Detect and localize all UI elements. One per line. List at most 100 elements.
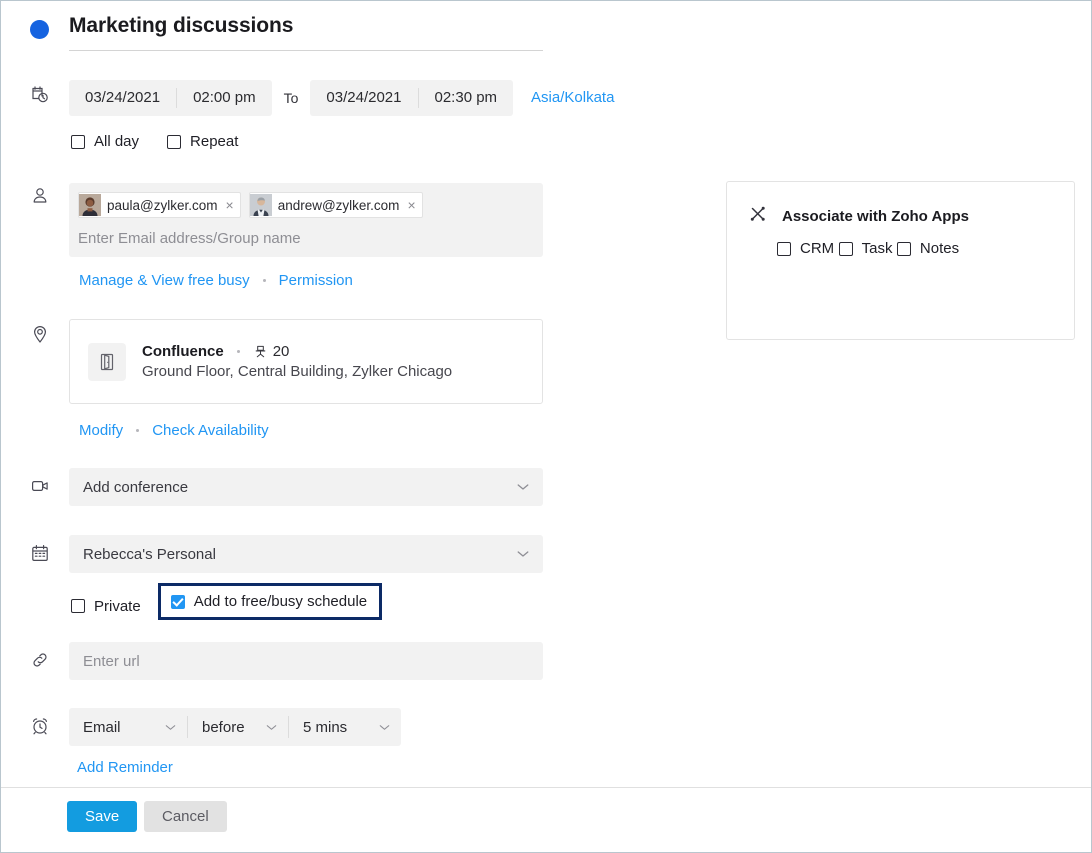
end-time-input[interactable]: 02:30 pm	[419, 80, 514, 116]
reminder-relation-select[interactable]: before	[188, 708, 288, 746]
conference-select[interactable]: Add conference	[69, 468, 543, 506]
link-separator-dot	[136, 429, 139, 432]
venue-capacity-value: 20	[273, 343, 290, 360]
associate-option-task[interactable]: Task	[839, 240, 893, 257]
venue-card[interactable]: Confluence 20 Ground Floor, Central Buil…	[69, 319, 543, 404]
chair-icon	[253, 344, 268, 359]
associate-title: Associate with Zoho Apps	[782, 208, 969, 225]
calendar-value: Rebecca's Personal	[83, 546, 216, 563]
chevron-down-icon	[165, 718, 176, 736]
attendee-input[interactable]	[78, 230, 534, 247]
modify-venue-link[interactable]: Modify	[79, 422, 123, 439]
avatar	[79, 194, 101, 216]
attendee-email: paula@zylker.com	[107, 198, 218, 213]
venue-heading: Confluence 20	[142, 343, 452, 360]
freebusy-highlight-box: Add to free/busy schedule	[158, 583, 382, 620]
reminder-type-value: Email	[83, 719, 121, 736]
remove-attendee-icon[interactable]: ×	[226, 198, 234, 212]
checkbox-box	[777, 242, 791, 256]
event-title-field[interactable]: Marketing discussions	[69, 13, 543, 51]
attendee-chip[interactable]: andrew@zylker.com ×	[249, 192, 423, 218]
attendee-email: andrew@zylker.com	[278, 198, 400, 213]
checkbox-box	[167, 135, 181, 149]
venue-address: Ground Floor, Central Building, Zylker C…	[142, 363, 452, 380]
venue-links-row: Modify Check Availability	[79, 422, 269, 439]
associate-option-crm[interactable]: CRM	[777, 240, 834, 257]
venue-separator-dot	[237, 350, 240, 353]
associate-option-label: CRM	[800, 240, 834, 257]
private-label: Private	[94, 598, 141, 615]
reminder-bar: Email before 5 mins	[69, 708, 401, 746]
permission-link[interactable]: Permission	[279, 272, 353, 289]
add-reminder-row: Add Reminder	[77, 759, 173, 776]
venue-info: Confluence 20 Ground Floor, Central Buil…	[142, 343, 452, 380]
url-input[interactable]	[69, 642, 543, 680]
page-title: Marketing discussions	[69, 13, 543, 39]
checkbox-box	[897, 242, 911, 256]
associate-option-notes[interactable]: Notes	[897, 240, 959, 257]
all-day-checkbox[interactable]: All day	[71, 133, 139, 150]
end-date-input[interactable]: 03/24/2021	[310, 80, 417, 116]
cancel-button[interactable]: Cancel	[144, 801, 227, 832]
check-availability-link[interactable]: Check Availability	[152, 422, 268, 439]
checkbox-box	[839, 242, 853, 256]
person-icon	[27, 183, 53, 209]
add-to-free-busy-checkbox[interactable]: Add to free/busy schedule	[171, 593, 367, 610]
reminder-type-select[interactable]: Email	[69, 708, 187, 746]
datetime-row: 03/24/2021 02:00 pm To 03/24/2021 02:30 …	[69, 80, 614, 116]
remove-attendee-icon[interactable]: ×	[407, 198, 415, 212]
repeat-label: Repeat	[190, 133, 238, 150]
link-separator-dot	[263, 279, 266, 282]
end-datetime-group: 03/24/2021 02:30 pm	[310, 80, 513, 116]
calendar-clock-icon	[27, 81, 53, 107]
associate-option-label: Task	[862, 240, 893, 257]
private-checkbox[interactable]: Private	[71, 598, 141, 615]
conference-value: Add conference	[83, 479, 188, 496]
allday-repeat-row: All day Repeat	[71, 133, 238, 150]
repeat-checkbox[interactable]: Repeat	[167, 133, 238, 150]
chevron-down-icon	[379, 718, 390, 736]
attendee-chip[interactable]: paula@zylker.com ×	[78, 192, 241, 218]
calendar-icon	[27, 540, 53, 566]
start-time-input[interactable]: 02:00 pm	[177, 80, 272, 116]
add-reminder-link[interactable]: Add Reminder	[77, 759, 173, 776]
reminder-offset-value: 5 mins	[303, 719, 347, 736]
associate-option-label: Notes	[920, 240, 959, 257]
to-label: To	[272, 80, 311, 116]
event-form: Marketing discussions 03/24/2021 02:00 p…	[1, 1, 1091, 788]
attendee-links-row: Manage & View free busy Permission	[79, 272, 353, 289]
save-button[interactable]: Save	[67, 801, 137, 832]
calendar-select[interactable]: Rebecca's Personal	[69, 535, 543, 573]
venue-capacity: 20	[253, 343, 290, 360]
alarm-clock-icon	[27, 713, 53, 739]
event-color-dot[interactable]	[30, 20, 49, 39]
start-date-input[interactable]: 03/24/2021	[69, 80, 176, 116]
checkbox-box	[71, 599, 85, 613]
room-door-icon	[88, 343, 126, 381]
timezone-link[interactable]: Asia/Kolkata	[531, 80, 614, 116]
manage-free-busy-link[interactable]: Manage & View free busy	[79, 272, 250, 289]
associate-header: Associate with Zoho Apps	[748, 204, 969, 229]
reminder-offset-select[interactable]: 5 mins	[289, 708, 401, 746]
chevron-down-icon	[266, 718, 277, 736]
form-footer: Save Cancel	[1, 787, 1091, 852]
reminder-relation-value: before	[202, 719, 245, 736]
video-camera-icon	[27, 473, 53, 499]
attendee-chip-list: paula@zylker.com × andrew@zylker.com	[78, 192, 534, 218]
event-editor-window: Marketing discussions 03/24/2021 02:00 p…	[0, 0, 1092, 853]
associate-apps-panel: Associate with Zoho Apps CRM Task Notes	[726, 181, 1075, 340]
venue-name: Confluence	[142, 343, 224, 360]
location-pin-icon	[27, 321, 53, 347]
start-datetime-group: 03/24/2021 02:00 pm	[69, 80, 272, 116]
chevron-down-icon	[517, 545, 529, 563]
checkbox-box	[171, 595, 185, 609]
privacy-row: Private Add to free/busy schedule	[71, 592, 382, 620]
add-to-free-busy-label: Add to free/busy schedule	[194, 593, 367, 610]
all-day-label: All day	[94, 133, 139, 150]
associate-options: CRM Task Notes	[777, 240, 959, 275]
attendees-field[interactable]: paula@zylker.com × andrew@zylker.com	[69, 183, 543, 257]
avatar	[250, 194, 272, 216]
chevron-down-icon	[517, 478, 529, 496]
link-icon	[27, 647, 53, 673]
checkbox-box	[71, 135, 85, 149]
